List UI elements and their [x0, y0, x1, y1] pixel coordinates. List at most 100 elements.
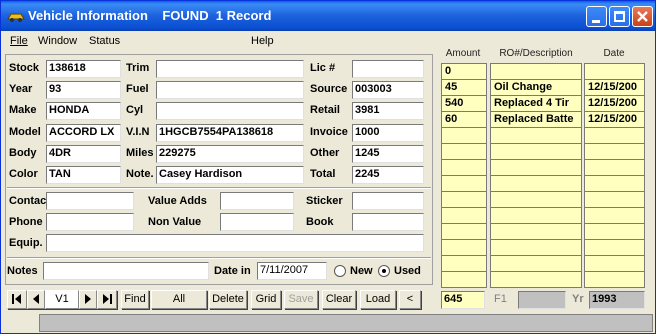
- used-label: Used: [394, 265, 421, 277]
- invoice-field[interactable]: 1000: [352, 124, 424, 142]
- grid-cell[interactable]: [441, 207, 487, 224]
- book-field[interactable]: [352, 213, 424, 231]
- grid-cell[interactable]: [490, 223, 582, 240]
- grid-cell[interactable]: [584, 239, 645, 256]
- sticker-field[interactable]: [352, 192, 424, 210]
- color-field[interactable]: TAN: [46, 166, 121, 184]
- value-adds-field[interactable]: [220, 192, 294, 210]
- grid-cell[interactable]: [441, 143, 487, 160]
- load-button[interactable]: Load: [360, 290, 396, 309]
- grid-cell[interactable]: 0: [441, 63, 487, 80]
- fuel-field[interactable]: [156, 81, 304, 99]
- body-field[interactable]: 4DR: [46, 145, 121, 163]
- yr-label: Yr: [572, 293, 584, 305]
- phone-field[interactable]: [46, 213, 134, 231]
- grid-cell[interactable]: 12/15/200: [584, 95, 645, 112]
- first-record-button[interactable]: [7, 290, 27, 309]
- all-button[interactable]: All: [151, 290, 207, 309]
- status-bar: [39, 314, 653, 332]
- grid-cell[interactable]: [441, 271, 487, 288]
- grid-cell[interactable]: 12/15/200: [584, 79, 645, 96]
- prev-record-button[interactable]: [27, 290, 45, 309]
- grid-cell[interactable]: [441, 255, 487, 272]
- grid-cell[interactable]: [584, 207, 645, 224]
- grid-cell[interactable]: [441, 191, 487, 208]
- grid-cell[interactable]: [584, 127, 645, 144]
- last-record-button[interactable]: [97, 290, 117, 309]
- grid-cell[interactable]: 540: [441, 95, 487, 112]
- menu-file[interactable]: File: [10, 35, 28, 47]
- grid-cell[interactable]: [441, 127, 487, 144]
- grid-cell[interactable]: [584, 175, 645, 192]
- grid-cell[interactable]: [490, 255, 582, 272]
- grid-cell[interactable]: 12/15/200: [584, 111, 645, 128]
- grid-cell[interactable]: 45: [441, 79, 487, 96]
- notes-field[interactable]: [43, 262, 209, 280]
- grid-cell[interactable]: [490, 63, 582, 80]
- grid-cell[interactable]: [490, 175, 582, 192]
- retail-field[interactable]: 3981: [352, 102, 424, 120]
- note-field[interactable]: Casey Hardison: [156, 166, 304, 184]
- grid-cell[interactable]: [490, 271, 582, 288]
- stock-field[interactable]: 138618: [46, 60, 121, 78]
- date-header[interactable]: Date: [585, 48, 643, 62]
- grid-cell[interactable]: [490, 239, 582, 256]
- source-field[interactable]: 003003: [352, 81, 424, 99]
- grid-cell[interactable]: [584, 223, 645, 240]
- menu-help[interactable]: Help: [251, 35, 274, 47]
- grid-cell[interactable]: [584, 191, 645, 208]
- grid-cell[interactable]: [441, 159, 487, 176]
- menu-window[interactable]: Window: [38, 35, 77, 47]
- grid-cell[interactable]: [441, 175, 487, 192]
- grid-cell[interactable]: [441, 239, 487, 256]
- year-field[interactable]: 93: [46, 81, 121, 99]
- minimize-button[interactable]: [586, 6, 607, 27]
- grid-cell[interactable]: [441, 223, 487, 240]
- grid-cell[interactable]: [584, 255, 645, 272]
- model-field[interactable]: ACCORD LX: [46, 124, 121, 142]
- date-in-field[interactable]: 7/11/2007: [257, 262, 327, 280]
- equip-field[interactable]: [46, 234, 424, 252]
- new-radio[interactable]: [334, 265, 346, 277]
- clear-button[interactable]: Clear: [322, 290, 356, 309]
- vin-field[interactable]: 1HGCB7554PA138618: [156, 124, 304, 142]
- amount-header[interactable]: Amount: [439, 48, 487, 62]
- grid-cell[interactable]: [490, 207, 582, 224]
- lic-field[interactable]: [352, 60, 424, 78]
- grid-cell[interactable]: [584, 143, 645, 160]
- miles-field[interactable]: 229275: [156, 145, 304, 163]
- menu-status[interactable]: Status: [89, 35, 120, 47]
- next-record-button[interactable]: [79, 290, 97, 309]
- total-field[interactable]: 2245: [352, 166, 424, 184]
- miles-label: Miles: [126, 147, 154, 159]
- minimize-icon: [592, 20, 600, 23]
- cyl-field[interactable]: [156, 102, 304, 120]
- grid-button[interactable]: Grid: [251, 290, 281, 309]
- contact-field[interactable]: [46, 192, 134, 210]
- description-header[interactable]: RO#/Description: [489, 48, 583, 62]
- non-value-field[interactable]: [220, 213, 294, 231]
- grid-cell[interactable]: [584, 271, 645, 288]
- trim-field[interactable]: [156, 60, 304, 78]
- body-label: Body: [9, 147, 37, 159]
- grid-cell[interactable]: Replaced Batte: [490, 111, 582, 128]
- make-field[interactable]: HONDA: [46, 102, 121, 120]
- grid-cell[interactable]: [490, 127, 582, 144]
- other-field[interactable]: 1245: [352, 145, 424, 163]
- delete-button[interactable]: Delete: [209, 290, 247, 309]
- grid-cell[interactable]: [490, 191, 582, 208]
- grid-cell[interactable]: 60: [441, 111, 487, 128]
- grid-cell[interactable]: Oil Change: [490, 79, 582, 96]
- grid-cell[interactable]: [490, 159, 582, 176]
- used-radio[interactable]: [378, 265, 390, 277]
- back-button[interactable]: <: [399, 290, 421, 309]
- grid-cell[interactable]: [584, 159, 645, 176]
- grid-cell[interactable]: [584, 63, 645, 80]
- title-bar[interactable]: Vehicle Information FOUND 1 Record: [1, 1, 655, 31]
- find-button[interactable]: Find: [121, 290, 149, 309]
- save-button[interactable]: Save: [284, 290, 318, 309]
- close-button[interactable]: [632, 6, 653, 27]
- maximize-button[interactable]: [609, 6, 630, 27]
- grid-cell[interactable]: [490, 143, 582, 160]
- grid-cell[interactable]: Replaced 4 Tir: [490, 95, 582, 112]
